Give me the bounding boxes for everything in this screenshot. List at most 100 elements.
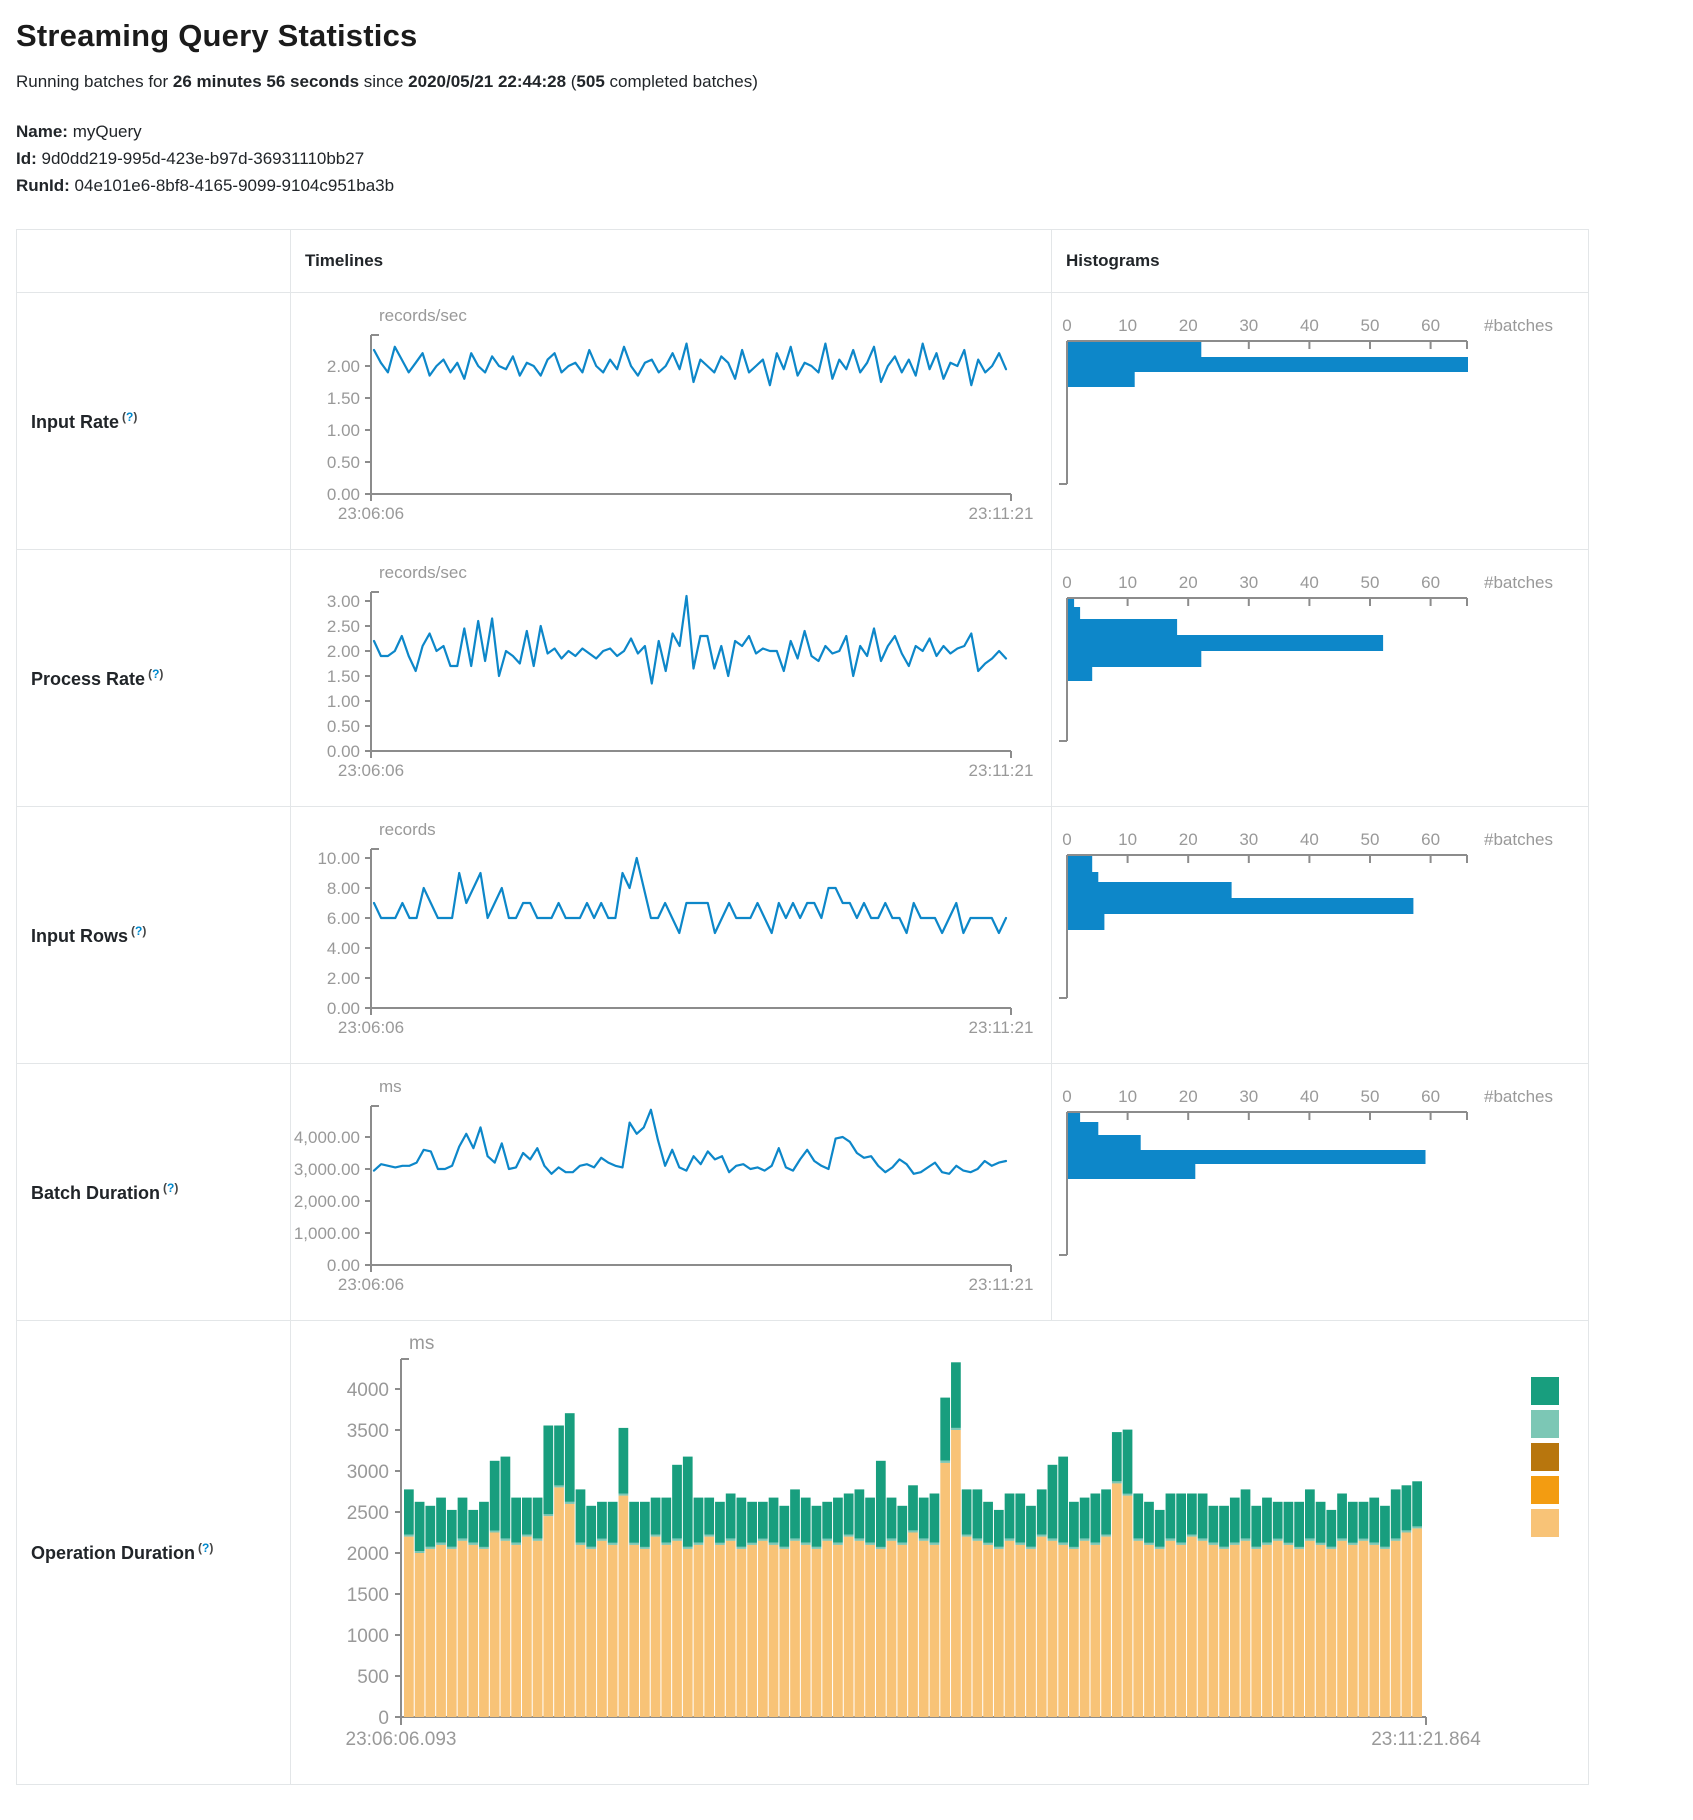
svg-text:4000: 4000 bbox=[347, 1380, 389, 1401]
stack-segment-tan bbox=[511, 1545, 521, 1717]
stack-segment-tan bbox=[972, 1541, 982, 1717]
stack-segment-tan bbox=[1015, 1545, 1025, 1717]
stack-segment-green bbox=[1326, 1510, 1336, 1547]
histogram-bar bbox=[1068, 635, 1383, 651]
svg-text:2.00: 2.00 bbox=[327, 969, 360, 988]
operation-duration-help-icon[interactable]: (?) bbox=[198, 1541, 213, 1555]
stack-segment-tan bbox=[897, 1545, 907, 1717]
stack-segment-green bbox=[1166, 1494, 1176, 1539]
svg-text:20: 20 bbox=[1179, 316, 1198, 335]
svg-text:30: 30 bbox=[1239, 830, 1258, 849]
svg-text:4,000.00: 4,000.00 bbox=[294, 1128, 360, 1147]
svg-text:40: 40 bbox=[1300, 316, 1319, 335]
stack-segment-green bbox=[715, 1502, 725, 1543]
stack-segment-light-teal bbox=[543, 1514, 553, 1516]
stack-segment-green bbox=[897, 1506, 907, 1543]
svg-text:10: 10 bbox=[1118, 573, 1137, 592]
stack-segment-light-teal bbox=[1251, 1547, 1261, 1549]
stack-segment-light-teal bbox=[1262, 1543, 1272, 1545]
stack-segment-green bbox=[447, 1510, 457, 1547]
svg-text:23:06:06: 23:06:06 bbox=[338, 1018, 404, 1037]
svg-text:10: 10 bbox=[1118, 1087, 1137, 1106]
stack-segment-green bbox=[1187, 1494, 1197, 1535]
legend-swatch bbox=[1531, 1443, 1559, 1471]
stack-segment-tan bbox=[608, 1545, 618, 1717]
input-rate-help-icon[interactable]: (?) bbox=[122, 410, 137, 424]
stack-segment-green bbox=[1369, 1498, 1379, 1543]
svg-text:0.00: 0.00 bbox=[327, 742, 360, 761]
stack-segment-tan bbox=[887, 1541, 897, 1717]
stack-segment-tan bbox=[468, 1545, 478, 1717]
stack-segment-light-teal bbox=[704, 1535, 714, 1537]
svg-text:10: 10 bbox=[1118, 830, 1137, 849]
stack-segment-green bbox=[1348, 1502, 1358, 1543]
stack-segment-light-teal bbox=[876, 1547, 886, 1549]
stack-segment-tan bbox=[1391, 1541, 1401, 1717]
stack-segment-light-teal bbox=[779, 1547, 789, 1549]
stack-segment-green bbox=[1284, 1502, 1294, 1543]
histogram-bar bbox=[1068, 872, 1098, 882]
stack-segment-green bbox=[1090, 1494, 1100, 1543]
stack-segment-tan bbox=[1326, 1549, 1336, 1717]
stack-segment-light-teal bbox=[629, 1543, 639, 1545]
stack-segment-green bbox=[1144, 1502, 1154, 1543]
stack-segment-light-teal bbox=[930, 1543, 940, 1545]
svg-text:#batches: #batches bbox=[1484, 830, 1553, 849]
stack-segment-light-teal bbox=[747, 1543, 757, 1545]
stack-segment-green bbox=[844, 1494, 854, 1535]
process-rate-help-icon[interactable]: (?) bbox=[148, 667, 163, 681]
svg-text:records/sec: records/sec bbox=[379, 563, 467, 582]
histogram-bar bbox=[1068, 1150, 1426, 1164]
stack-segment-tan bbox=[522, 1537, 532, 1717]
svg-text:0.50: 0.50 bbox=[327, 453, 360, 472]
stack-segment-light-teal bbox=[833, 1543, 843, 1545]
stack-segment-green bbox=[1316, 1502, 1326, 1543]
stack-segment-green bbox=[951, 1362, 961, 1428]
stack-segment-tan bbox=[458, 1541, 468, 1717]
stack-segment-green bbox=[1359, 1502, 1369, 1539]
stack-segment-tan bbox=[1101, 1537, 1111, 1717]
stack-segment-green bbox=[1155, 1510, 1165, 1547]
stack-segment-green bbox=[833, 1498, 843, 1543]
stack-segment-tan bbox=[844, 1537, 854, 1717]
stack-segment-green bbox=[1058, 1457, 1068, 1543]
stack-segment-green bbox=[479, 1502, 489, 1547]
batch-duration-histogram-chart: 0102030405060#batches bbox=[1052, 1070, 1587, 1315]
svg-text:30: 30 bbox=[1239, 316, 1258, 335]
stack-segment-green bbox=[1305, 1489, 1315, 1538]
svg-text:10.00: 10.00 bbox=[317, 849, 360, 868]
input-rows-help-icon[interactable]: (?) bbox=[131, 924, 146, 938]
svg-text:40: 40 bbox=[1300, 573, 1319, 592]
stack-segment-light-teal bbox=[533, 1539, 543, 1541]
svg-text:#batches: #batches bbox=[1484, 316, 1553, 335]
stack-segment-light-teal bbox=[501, 1539, 511, 1541]
stack-segment-green bbox=[769, 1498, 779, 1543]
stack-segment-tan bbox=[640, 1549, 650, 1717]
stack-segment-green bbox=[1391, 1489, 1401, 1538]
stack-segment-light-teal bbox=[1219, 1547, 1229, 1549]
stack-segment-green bbox=[597, 1502, 607, 1539]
stack-segment-green bbox=[779, 1506, 789, 1547]
svg-text:3.00: 3.00 bbox=[327, 592, 360, 611]
stack-segment-tan bbox=[758, 1541, 768, 1717]
timeline-axes: records10.008.006.004.002.000.0023:06:06… bbox=[317, 820, 1033, 1037]
stack-segment-tan bbox=[1241, 1541, 1251, 1717]
svg-text:8.00: 8.00 bbox=[327, 879, 360, 898]
stack-segment-tan bbox=[726, 1541, 736, 1717]
stack-segment-light-teal bbox=[447, 1547, 457, 1549]
stack-segment-tan bbox=[1273, 1541, 1283, 1717]
line-series bbox=[374, 858, 1006, 933]
batch-duration-help-icon[interactable]: (?) bbox=[163, 1181, 178, 1195]
svg-text:6.00: 6.00 bbox=[327, 909, 360, 928]
stack-segment-green bbox=[511, 1498, 521, 1543]
stack-segment-green bbox=[908, 1485, 918, 1530]
stack-segment-tan bbox=[1359, 1541, 1369, 1717]
stack-segment-green bbox=[1241, 1489, 1251, 1538]
stack-segment-light-teal bbox=[769, 1543, 779, 1545]
stack-segment-tan bbox=[1005, 1541, 1015, 1717]
stack-segment-tan bbox=[1284, 1545, 1294, 1717]
stack-segment-tan bbox=[479, 1549, 489, 1717]
operation-duration-row: Operation Duration(?) ms4000350030002500… bbox=[17, 1321, 1589, 1785]
stack-segment-green bbox=[415, 1502, 425, 1551]
stack-segment-green bbox=[468, 1510, 478, 1543]
